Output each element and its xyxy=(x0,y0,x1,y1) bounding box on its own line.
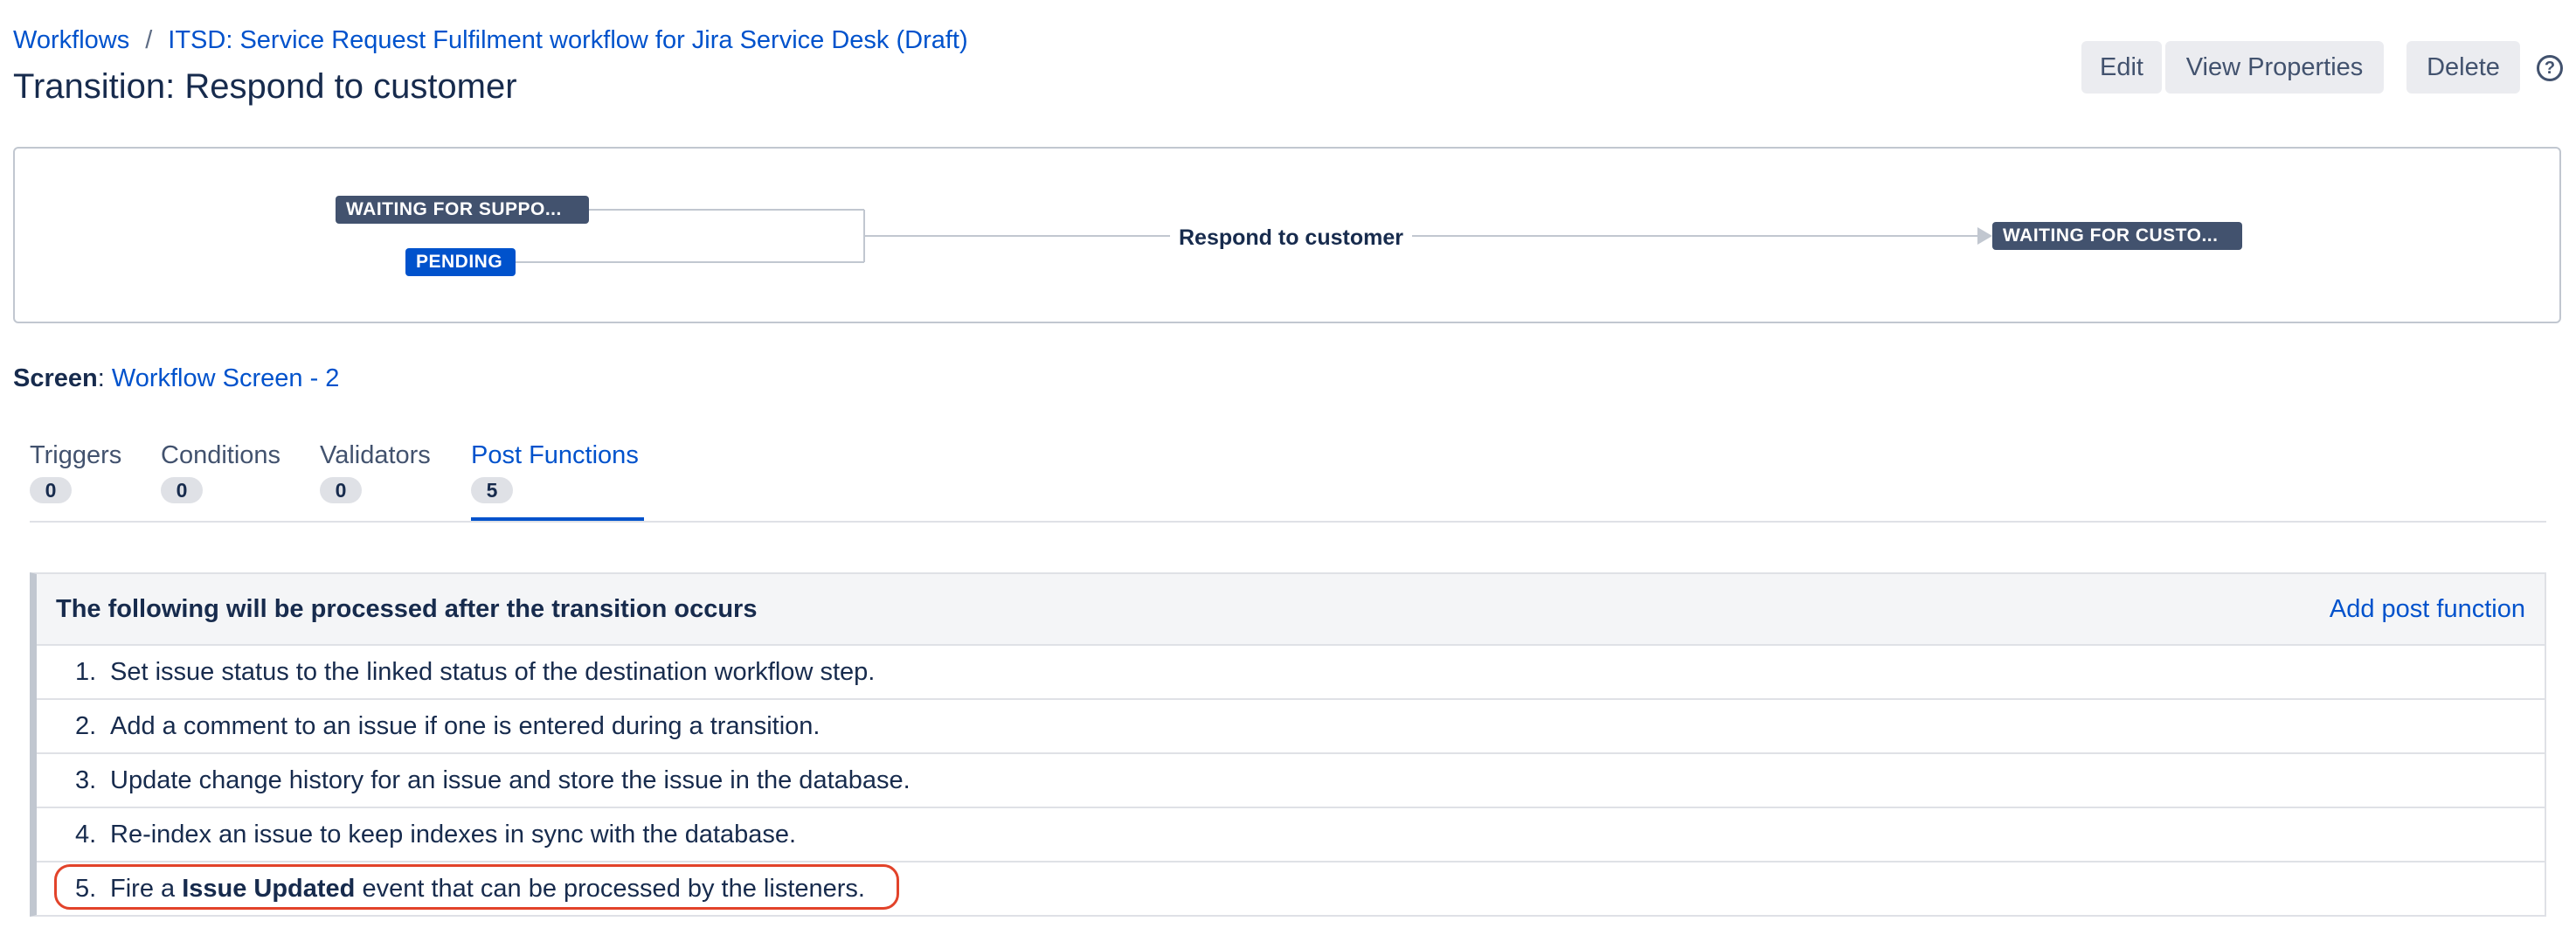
tab-label: Post Functions xyxy=(471,441,639,469)
screen-colon: : xyxy=(97,364,105,392)
tab-conditions[interactable]: Conditions 0 xyxy=(161,437,294,519)
tab-count-badge: 0 xyxy=(161,477,203,503)
event-name: Issue Updated xyxy=(182,875,356,903)
post-functions-header: The following will be processed after th… xyxy=(37,574,2545,646)
post-function-row: 2. Add a comment to an issue if one is e… xyxy=(37,700,2545,754)
transition-tabs: Triggers 0 Conditions 0 Validators 0 Pos… xyxy=(30,437,2546,523)
breadcrumb-separator: / xyxy=(145,26,153,54)
post-function-row: 4. Re-index an issue to keep indexes in … xyxy=(37,808,2545,862)
post-functions-header-title: The following will be processed after th… xyxy=(56,595,758,623)
delete-button[interactable]: Delete xyxy=(2406,41,2520,94)
tab-label: Conditions xyxy=(161,441,281,469)
tab-post-functions[interactable]: Post Functions 5 xyxy=(471,437,644,521)
post-function-text-suffix: event that can be processed by the liste… xyxy=(355,875,865,903)
tab-validators[interactable]: Validators 0 xyxy=(320,437,444,519)
tab-label: Triggers xyxy=(30,441,122,469)
view-properties-button[interactable]: View Properties xyxy=(2165,41,2384,94)
post-function-text: Update change history for an issue and s… xyxy=(110,766,911,794)
post-functions-panel: The following will be processed after th… xyxy=(30,572,2546,917)
post-function-row: 3. Update change history for an issue an… xyxy=(37,754,2545,808)
add-post-function-link[interactable]: Add post function xyxy=(2330,592,2525,627)
tab-label: Validators xyxy=(320,441,431,469)
breadcrumb-workflows-link[interactable]: Workflows xyxy=(13,26,129,54)
post-function-text: Set issue status to the linked status of… xyxy=(110,658,876,686)
post-function-text-prefix: Fire a xyxy=(110,875,183,903)
tab-count-badge: 0 xyxy=(30,477,72,503)
transition-label: Respond to customer xyxy=(1170,222,1412,253)
tab-triggers[interactable]: Triggers 0 xyxy=(30,437,128,519)
post-function-text: Add a comment to an issue if one is ente… xyxy=(110,712,821,740)
post-function-row: 1. Set issue status to the linked status… xyxy=(37,646,2545,700)
breadcrumb-workflow-link[interactable]: ITSD: Service Request Fulfilment workflo… xyxy=(168,26,967,54)
status-lozenge-waiting-for-customer[interactable]: WAITING FOR CUSTO... xyxy=(1992,222,2242,250)
status-lozenge-pending[interactable]: PENDING xyxy=(405,248,516,276)
tab-count-badge: 0 xyxy=(320,477,362,503)
screen-info: Screen: Workflow Screen - 2 xyxy=(13,361,339,396)
post-function-text: Fire a Issue Updated event that can be p… xyxy=(110,862,865,915)
transition-diagram: WAITING FOR SUPPO... PENDING Respond to … xyxy=(13,147,2561,323)
page-title: Transition: Respond to customer xyxy=(13,67,517,106)
screen-label: Screen xyxy=(13,364,98,392)
post-function-row-highlighted: 5. Fire a Issue Updated event that can b… xyxy=(37,862,2545,915)
help-icon[interactable]: ? xyxy=(2537,55,2563,81)
edit-button[interactable]: Edit xyxy=(2081,41,2162,94)
breadcrumb: Workflows / ITSD: Service Request Fulfilme… xyxy=(13,24,968,56)
post-function-text: Re-index an issue to keep indexes in syn… xyxy=(110,821,797,849)
screen-link[interactable]: Workflow Screen - 2 xyxy=(112,364,340,392)
tab-count-badge: 5 xyxy=(471,477,513,503)
status-lozenge-waiting-for-support[interactable]: WAITING FOR SUPPO... xyxy=(336,196,589,224)
arrowhead-icon xyxy=(1977,227,1992,245)
